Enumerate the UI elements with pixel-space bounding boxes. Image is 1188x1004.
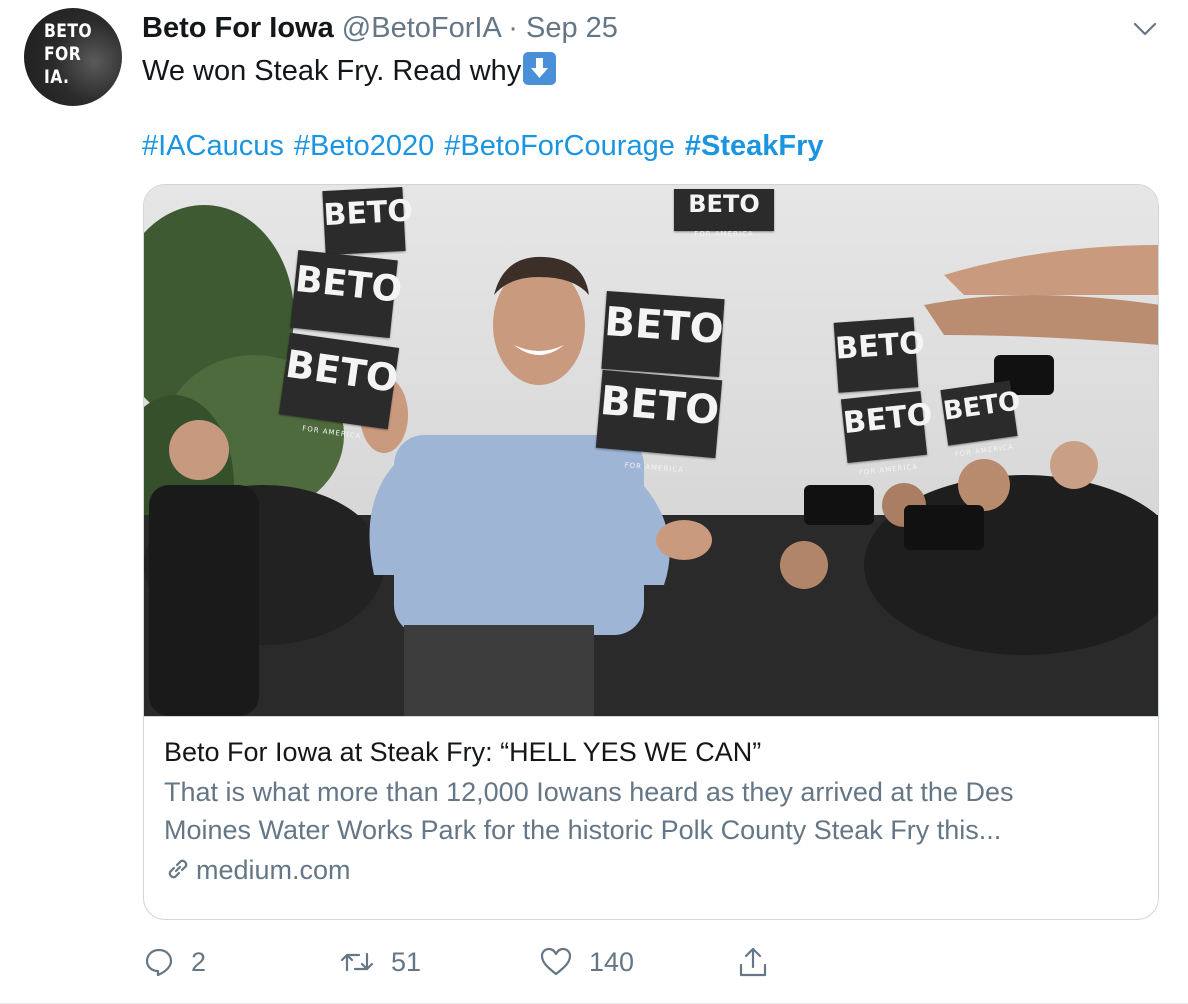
share-icon [739,947,767,977]
tweet-date[interactable]: Sep 25 [526,12,618,44]
campaign-sign: BETOFOR AMERICA [278,332,401,441]
link-icon [168,859,188,879]
retweet-icon [340,952,374,972]
hashtag-iacaucus[interactable]: #IACaucus [142,130,284,162]
hashtag-betoforcourage[interactable]: #BetoForCourage [444,130,675,162]
retweet-button[interactable]: 51 [339,942,421,982]
card-domain[interactable]: medium.com [164,851,1144,889]
card-body[interactable]: Beto For Iowa at Steak Fry: “HELL YES WE… [164,733,1144,889]
like-count: 140 [589,946,635,977]
retweet-count: 51 [391,946,422,977]
like-button[interactable]: 140 [539,942,634,982]
campaign-sign: BETOFOR AMERICA [674,189,774,238]
card-image[interactable]: BETOFOR AMERICA BETOFOR AMERICA BETOFOR … [144,185,1158,717]
campaign-sign: BETOFOR AMERICA [601,290,725,394]
hashtag-steakfry[interactable]: #SteakFry [685,130,824,162]
hashtags: #IACaucus #Beto2020 #BetoForCourage #Ste… [142,127,826,165]
reply-icon [145,948,173,977]
hashtag-beto2020[interactable]: #Beto2020 [294,130,434,162]
chevron-down-icon[interactable] [1132,18,1158,40]
tweet[interactable]: BETO FOR IA. Beto For Iowa @BetoForIA · … [0,0,1188,1004]
down-arrow-emoji-icon [523,52,557,85]
campaign-sign: BETOFOR AMERICA [322,186,414,269]
campaign-sign: BETOFOR AMERICA [290,249,404,352]
header-separator: · [508,12,518,44]
heart-icon [540,947,572,976]
author-name[interactable]: Beto For Iowa [142,12,334,44]
reply-button[interactable]: 2 [143,942,206,982]
avatar-logo-text: BETO FOR IA. [44,20,93,88]
card-title[interactable]: Beto For Iowa at Steak Fry: “HELL YES WE… [164,733,1144,771]
author-handle[interactable]: @BetoForIA [342,12,500,44]
link-card[interactable]: BETOFOR AMERICA BETOFOR AMERICA BETOFOR … [143,184,1159,920]
card-domain-text[interactable]: medium.com [196,855,351,885]
reply-count: 2 [191,946,207,977]
campaign-sign: BETOFOR AMERICA [940,380,1022,459]
campaign-sign: BETOFOR AMERICA [595,369,723,474]
tweet-header: Beto For Iowa @BetoForIA · Sep 25 [142,10,618,46]
tweet-actions: 2 51 140 [143,942,843,982]
share-button[interactable] [737,942,785,982]
tweet-text-body: We won Steak Fry. Read why [142,55,522,87]
tweet-text: We won Steak Fry. Read why [142,52,557,90]
campaign-sign: BETOFOR AMERICA [833,317,926,407]
avatar[interactable]: BETO FOR IA. [24,8,122,106]
card-description: That is what more than 12,000 Iowans hea… [164,777,1014,845]
campaign-sign: BETOFOR AMERICA [840,390,934,477]
